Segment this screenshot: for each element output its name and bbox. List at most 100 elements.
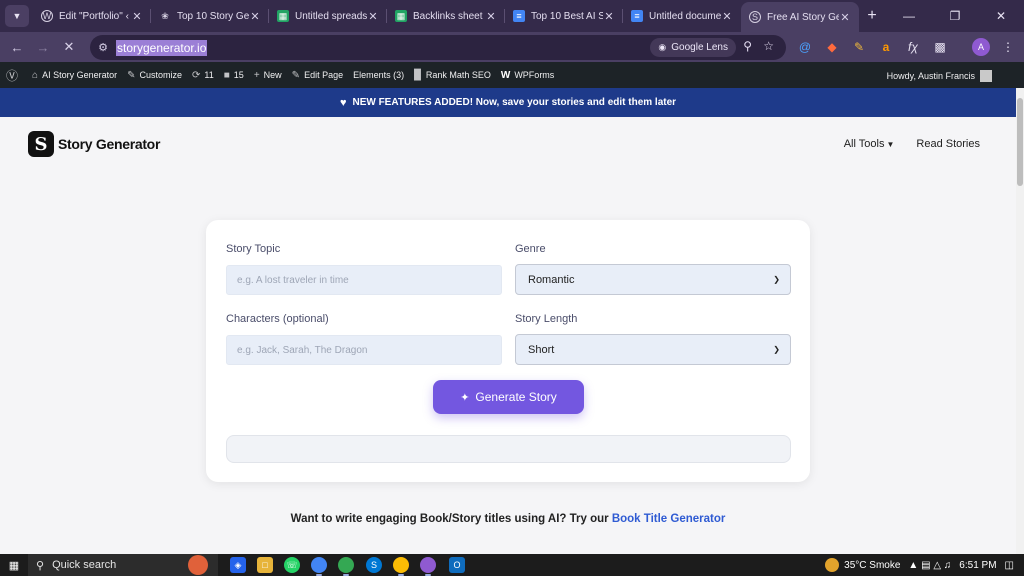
story-length-select[interactable]: Short ❯ xyxy=(515,334,791,365)
tab-search-button[interactable]: ▼ xyxy=(5,5,29,27)
characters-input[interactable]: e.g. Jack, Sarah, The Dragon xyxy=(226,335,502,365)
extension-formula-icon[interactable]: fχ xyxy=(905,39,921,55)
windows-start-icon[interactable]: ▦ xyxy=(0,559,28,572)
story-topic-input[interactable]: e.g. A lost traveler in time xyxy=(226,265,502,295)
window-controls: — ❐ ✕ xyxy=(886,0,1024,32)
close-icon[interactable]: ✕ xyxy=(839,11,851,24)
whatsapp-icon[interactable]: ☏ xyxy=(284,557,300,573)
announcement-text: NEW FEATURES ADDED! Now, save your stori… xyxy=(352,97,677,108)
book-title-generator-link[interactable]: Book Title Generator xyxy=(612,513,726,525)
browser-toolbar: ← → ✕ ⚙ storygenerator.io ◉ Google Lens … xyxy=(0,32,1024,62)
close-icon[interactable]: ✕ xyxy=(249,10,261,23)
page-scrollbar[interactable] xyxy=(1016,88,1024,554)
profile-avatar[interactable]: A xyxy=(972,38,990,56)
generate-story-button[interactable]: ✦ Generate Story xyxy=(433,380,584,414)
wp-edit-page[interactable]: ✎ Edit Page xyxy=(292,70,343,81)
caret-down-icon: ▼ xyxy=(886,140,895,149)
browser-tab-bar: ▼ W Edit "Portfolio" ‹ ✕ ❀ Top 10 Story … xyxy=(0,0,1024,32)
skype-icon[interactable]: S xyxy=(366,557,382,573)
wp-logo-icon[interactable]: Ⓥ xyxy=(6,67,22,84)
story-form-card: Story Topic e.g. A lost traveler in time… xyxy=(206,220,810,482)
logo-mark: S xyxy=(28,131,54,157)
chrome-icon[interactable] xyxy=(311,557,327,576)
file-explorer-icon[interactable]: □ xyxy=(257,557,273,573)
tray-icons[interactable]: ▲ ▤ △ ♫ xyxy=(908,560,951,571)
chrome-icon[interactable] xyxy=(393,557,409,576)
address-bar[interactable]: ⚙ storygenerator.io ◉ Google Lens ⚲ ☆ xyxy=(90,35,786,60)
docs-icon: ≡ xyxy=(631,10,643,22)
stop-loading-icon[interactable]: ✕ xyxy=(56,39,82,55)
close-icon[interactable]: ✕ xyxy=(721,10,733,23)
extensions-puzzle-icon[interactable]: ▩ xyxy=(932,39,948,55)
tab-title: Untitled spreads xyxy=(295,10,367,22)
nav-all-tools[interactable]: All Tools ▼ xyxy=(822,138,895,150)
pencil-icon: ✎ xyxy=(291,69,301,81)
nav-read-stories[interactable]: Read Stories xyxy=(916,138,980,150)
extension-diamond-icon[interactable]: ◆ xyxy=(824,39,840,55)
close-icon[interactable]: ✕ xyxy=(367,10,379,23)
minimize-icon[interactable]: — xyxy=(886,0,932,32)
scrollbar-thumb[interactable] xyxy=(1017,98,1023,186)
extension-pen-icon[interactable]: ✎ xyxy=(851,39,867,55)
browser-tab[interactable]: W Edit "Portfolio" ‹ ✕ xyxy=(33,0,151,32)
refresh-icon: ⟳ xyxy=(192,69,201,81)
weather-text[interactable]: 35°C Smoke xyxy=(844,560,900,571)
heart-icon: ♥ xyxy=(339,96,347,109)
wp-updates[interactable]: ⟳ 11 xyxy=(192,70,214,81)
docs-icon: ≡ xyxy=(513,10,525,22)
forward-icon[interactable]: → xyxy=(30,40,56,55)
wp-new[interactable]: + New xyxy=(254,70,282,81)
lens-label: Google Lens xyxy=(671,42,728,53)
wp-elements[interactable]: Elements (3) xyxy=(353,70,404,80)
genre-label: Genre xyxy=(515,243,546,255)
wp-comments[interactable]: ■ 15 xyxy=(224,70,244,81)
browser-tab[interactable]: ≡ Top 10 Best AI S ✕ xyxy=(505,0,623,32)
notification-icon[interactable]: ◫ xyxy=(1005,560,1014,571)
extension-amazon-icon[interactable]: a xyxy=(878,39,894,55)
chrome-active-icon[interactable] xyxy=(420,557,436,576)
google-lens-button[interactable]: ◉ Google Lens xyxy=(650,38,736,57)
new-tab-button[interactable]: + xyxy=(859,7,885,25)
close-icon[interactable]: ✕ xyxy=(131,10,143,23)
clock[interactable]: 6:51 PM xyxy=(959,560,996,571)
brush-icon: ✎ xyxy=(127,69,136,81)
browser-tab[interactable]: ❀ Top 10 Story Ge ✕ xyxy=(151,0,269,32)
promo-text: Want to write engaging Book/Story titles… xyxy=(290,513,726,525)
browser-menu-icon[interactable]: ⋮ xyxy=(1000,39,1016,55)
story-length-label: Story Length xyxy=(515,313,578,325)
extension-at-icon[interactable]: @ xyxy=(797,39,813,55)
site-info-icon[interactable]: ⚙ xyxy=(90,41,116,54)
wp-rank-math[interactable]: ▉ Rank Math SEO xyxy=(414,70,491,81)
zoom-search-icon[interactable]: ⚲ xyxy=(743,39,752,53)
wordpress-icon: W xyxy=(41,10,53,22)
chrome-icon[interactable] xyxy=(338,557,354,576)
tab-title: Untitled docume xyxy=(649,10,721,22)
restore-icon[interactable]: ❐ xyxy=(932,0,978,32)
tab-title: Top 10 Story Ge xyxy=(177,10,249,22)
close-icon[interactable]: ✕ xyxy=(485,10,497,23)
taskview-icon[interactable]: ◈ xyxy=(230,557,246,573)
url-text[interactable]: storygenerator.io xyxy=(116,39,208,56)
outlook-icon[interactable]: O xyxy=(449,557,465,573)
browser-tab-active[interactable]: S Free AI Story Ge ✕ xyxy=(741,2,859,32)
site-logo[interactable]: S Story Generator xyxy=(28,131,160,157)
browser-tab[interactable]: ▦ Untitled spreads ✕ xyxy=(269,0,387,32)
browser-tab[interactable]: ▦ Backlinks sheet ✕ xyxy=(387,0,505,32)
browser-tab[interactable]: ≡ Untitled docume ✕ xyxy=(623,0,741,32)
weather-icon xyxy=(825,558,840,572)
close-icon[interactable]: ✕ xyxy=(603,10,615,23)
wp-site-name[interactable]: ⌂ AI Story Generator xyxy=(32,70,117,81)
tab-title: Top 10 Best AI S xyxy=(531,10,603,22)
bookmark-star-icon[interactable]: ☆ xyxy=(763,39,774,53)
sheets-icon: ▦ xyxy=(277,10,289,22)
back-icon[interactable]: ← xyxy=(4,40,30,55)
close-window-icon[interactable]: ✕ xyxy=(978,0,1024,32)
wp-howdy[interactable]: Howdy, Austin Francis xyxy=(887,70,992,82)
search-highlight-icon[interactable] xyxy=(188,555,208,575)
brand-name: Story Generator xyxy=(58,136,161,152)
wp-wpforms[interactable]: W WPForms xyxy=(501,70,554,81)
wp-customize[interactable]: ✎ Customize xyxy=(127,70,182,81)
genre-select[interactable]: Romantic ❯ xyxy=(515,264,791,295)
tab-title: Free AI Story Ge xyxy=(767,11,839,23)
home-icon: ⌂ xyxy=(32,69,39,81)
